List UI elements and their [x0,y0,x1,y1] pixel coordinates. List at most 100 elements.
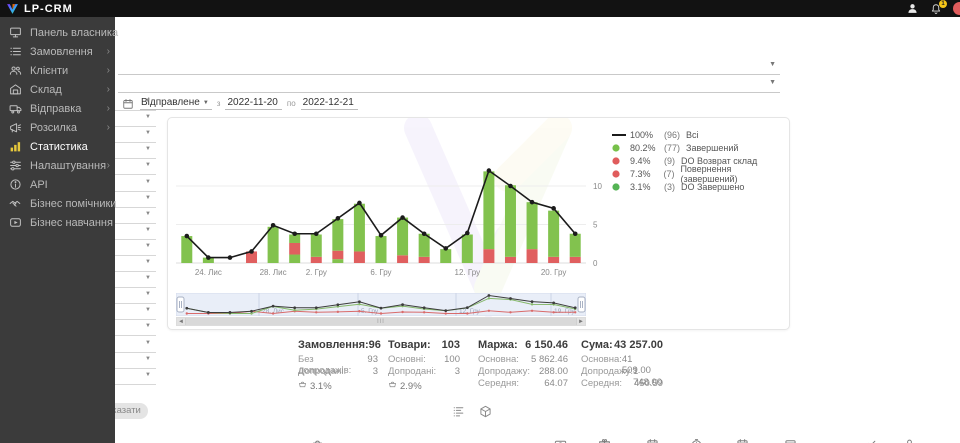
chevron-down-icon: ▼ [145,130,151,136]
app-logo[interactable]: LP-CRM [0,3,73,15]
training-icon [8,216,23,229]
scrollbar-thumb[interactable] [186,318,576,325]
sidebar-item-9[interactable]: API [0,175,115,194]
main-chart[interactable]: 051024. Лис28. Лис2. Гру6. Гру12. Гру20.… [168,118,608,288]
avatar[interactable] [953,2,960,15]
cart-icon [298,380,307,392]
summary-row-value: 93 [367,354,378,366]
summary-row-value: 1 748.00 [633,366,663,378]
upsell-percent: 3.1% [310,381,332,392]
chevron-down-icon: ▼ [145,179,151,185]
sidebar-item-8[interactable]: Налаштування› [0,156,115,175]
sidebar-item-3[interactable]: Клієнти › [0,61,115,80]
sidebar-item-10[interactable]: Бізнес помічники [0,194,115,213]
legend-swatch-icon [612,132,626,138]
sidebar-item-7[interactable]: Статистика [0,137,115,156]
calendar-12-icon[interactable]: 12 [646,438,659,443]
sidebar-item-label: Клієнти [30,65,68,77]
summary-row-value: 450.59 [634,378,663,390]
sidebar-item-2[interactable]: Замовлення › [0,42,115,61]
gift-icon[interactable] [598,438,611,443]
legend-item-1[interactable]: 100%(96)Всі [612,128,789,141]
chevron-down-icon: ▼ [145,195,151,201]
chevron-down-icon: ▼ [145,307,151,313]
chevron-down-icon: ▼ [203,100,209,106]
svg-text:12. Гру: 12. Гру [455,268,481,277]
summary-title: Маржа: [478,339,518,351]
summary-card-2: Товари:103Основні:100Допродані:32.9% [388,339,460,392]
legend-percent: 7.3% [630,169,659,179]
chart-pen-icon[interactable] [864,438,877,443]
chevron-down-icon: ▼ [145,356,151,362]
chart-legend: 100%(96)Всі80.2%(77)Завершений9.4%(9)DO … [612,128,789,193]
legend-count: (96) [664,130,680,140]
date-from-input[interactable]: 2022-11-20 [225,97,281,110]
clock-icon[interactable] [690,438,703,443]
logo-text: LP-CRM [24,3,73,15]
topbar: LP-CRM 1 [0,0,960,17]
summary-row-label: Основна: [581,354,622,366]
legend-item-4[interactable]: 7.3%(7)Повернення (завершений) [612,167,789,180]
bell-icon[interactable]: 1 [929,2,943,16]
scroll-right-arrow-icon[interactable]: ► [576,318,585,325]
svg-text:6. Гру: 6. Гру [370,268,391,277]
sidebar: Панель власника Замовлення › Клієнти › Склад›… [0,17,115,443]
from-label: з [217,99,221,108]
main-content: ▼ ▼ Відправлене ▼ з 2022-11-20 по 2022-1… [0,17,960,443]
legend-item-2[interactable]: 80.2%(77)Завершений [612,141,789,154]
summary-row-label: Основна: [478,354,519,366]
legend-count: (9) [664,156,675,166]
svg-text:19. Гру: 19. Гру [554,308,576,315]
chevron-down-icon: ▼ [145,259,151,265]
lp-crm-statistics-page: LP-CRM 1 ▼ ▼ Відправлене ▼ з 2022-11-20 … [0,0,960,443]
chevron-down-icon: ▼ [145,372,151,378]
calendar-icon[interactable] [736,438,749,443]
chevron-down-icon: ▼ [145,162,151,168]
basket-icon[interactable] [311,438,324,443]
chevron-down-icon: ▼ [145,146,151,152]
chevron-down-icon: ▼ [145,211,151,217]
chevron-right-icon: › [107,66,110,76]
summary-row-label: Допродажу: [581,366,633,378]
summary-card-3: Маржа:6 150.46Основна:5 862.46Допродажу:… [478,339,568,390]
chevron-down-icon: ▼ [145,114,151,120]
dashboard-icon [8,26,23,39]
user-icon[interactable] [905,2,919,16]
summary-card-4: Сума:43 257.00Основна:41 509.00Допродажу… [581,339,663,390]
filter-select-2[interactable]: ▼ [118,77,780,93]
legend-swatch-icon [612,144,626,152]
legend-label: Всі [686,130,699,140]
logo-triangle-icon [6,3,19,15]
api-icon [8,178,23,191]
sidebar-item-11[interactable]: Бізнес навчання [0,213,115,232]
eye-icon[interactable] [554,438,567,443]
calendar-arrow-icon[interactable] [784,438,797,443]
chevron-down-icon: ▼ [145,340,151,346]
summary-value: 43 257.00 [614,339,663,351]
cube-view-icon[interactable] [479,405,492,418]
table-header-icons: 12 [0,435,960,443]
summary-row-label: Допродані: [298,366,346,378]
list-view-icon[interactable] [452,405,465,418]
sidebar-item-label: Замовлення [30,46,93,58]
sidebar-item-label: Відправка [30,103,81,115]
chart-panel: 051024. Лис28. Лис2. Гру6. Гру12. Гру20.… [167,117,790,330]
date-to-input[interactable]: 2022-12-21 [301,97,358,110]
chevron-down-icon: ▼ [145,227,151,233]
topbar-actions: 1 [905,0,960,17]
legend-count: (77) [664,143,680,153]
sidebar-item-6[interactable]: Розсилка› [0,118,115,137]
person-icon[interactable] [903,438,916,443]
chevron-right-icon: › [107,47,110,57]
scroll-left-arrow-icon[interactable]: ◄ [177,318,186,325]
upsell-percent: 2.9% [400,381,422,392]
notification-badge: 1 [939,0,947,8]
sidebar-item-4[interactable]: Склад› [0,80,115,99]
summary-row-label: Допродажу: [478,366,530,378]
sidebar-item-1[interactable]: Панель власника [0,23,115,42]
legend-count: (7) [663,169,674,179]
summary-title: Замовлення: [298,339,369,351]
summary-row-label: Основні: [388,354,426,366]
filter-select-1[interactable]: ▼ [118,59,780,75]
sidebar-item-5[interactable]: Відправка› [0,99,115,118]
